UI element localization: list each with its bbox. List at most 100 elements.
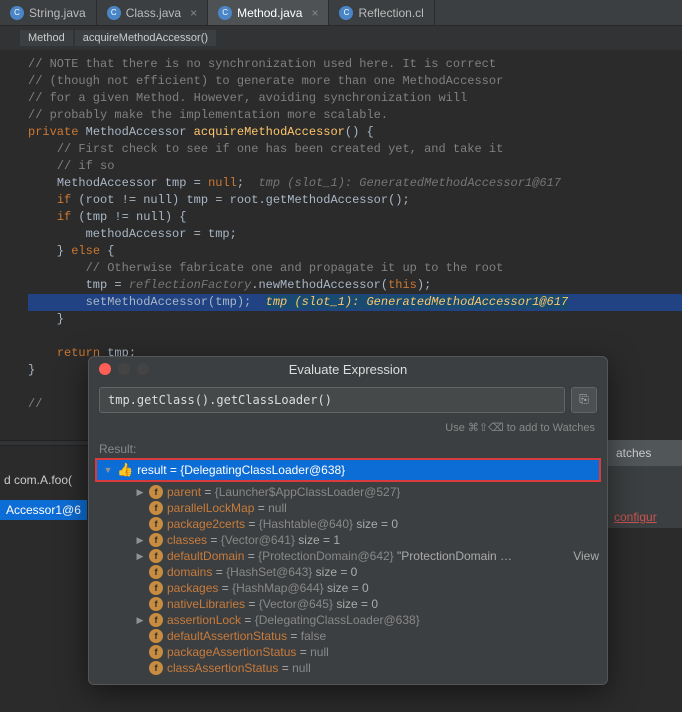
tab-method[interactable]: C Method.java ×	[208, 0, 329, 25]
java-class-icon: C	[218, 6, 232, 20]
field-body: assertionLock = {DelegatingClassLoader@6…	[167, 613, 420, 627]
field-icon: f	[149, 549, 163, 563]
editor-tabs: C String.java C Class.java × C Method.ja…	[0, 0, 682, 26]
expression-input[interactable]	[99, 387, 565, 413]
evaluate-expression-dialog: Evaluate Expression ⎘ Use ⌘⇧⌫ to add to …	[88, 356, 608, 685]
tab-string[interactable]: C String.java	[0, 0, 97, 25]
inline-debug-hint: tmp (slot_1): GeneratedMethodAccessor1@6…	[266, 295, 568, 309]
tree-field-row[interactable]: f nativeLibraries = {Vector@645} size = 0	[89, 596, 607, 612]
field-body: classes = {Vector@641} size = 1	[167, 533, 340, 547]
code-keyword: else	[71, 244, 100, 258]
configure-link[interactable]: configur	[614, 510, 657, 524]
tree-field-row[interactable]: f package2certs = {Hashtable@640} size = …	[89, 516, 607, 532]
view-link[interactable]: View	[573, 549, 599, 563]
field-body: defaultDomain = {ProtectionDomain@642} "…	[167, 549, 512, 563]
code-comment: // First check to see if one has been cr…	[57, 142, 503, 156]
watches-tab[interactable]: atches	[608, 440, 682, 466]
dialog-title: Evaluate Expression	[89, 362, 607, 377]
code-keyword: if	[57, 210, 71, 224]
field-body: packageAssertionStatus = null	[167, 645, 329, 659]
tree-field-row[interactable]: f defaultAssertionStatus = false	[89, 628, 607, 644]
field-icon: f	[149, 565, 163, 579]
code-text: );	[417, 278, 431, 292]
tree-field-row[interactable]: f classAssertionStatus = null	[89, 660, 607, 676]
code-method: acquireMethodAccessor	[194, 125, 345, 139]
tree-field-row[interactable]: f packageAssertionStatus = null	[89, 644, 607, 660]
expand-arrow-icon[interactable]: ▶	[135, 535, 145, 546]
tree-field-row[interactable]: f packages = {HashMap@644} size = 0	[89, 580, 607, 596]
dialog-titlebar[interactable]: Evaluate Expression	[89, 357, 607, 381]
watches-panel-fragment: atches configur	[608, 440, 682, 528]
code-comment: // for a given Method. However, avoiding…	[28, 91, 467, 105]
result-name: result	[137, 463, 166, 477]
expand-expression-button[interactable]: ⎘	[571, 387, 597, 413]
field-icon: f	[149, 581, 163, 595]
code-keyword: private	[28, 125, 78, 139]
field-body: packages = {HashMap@644} size = 0	[167, 581, 369, 595]
frames-panel-fragment: d com.A.foo( Accessor1@6	[0, 470, 87, 520]
field-icon: f	[149, 629, 163, 643]
expand-arrow-icon[interactable]: ▶	[135, 551, 145, 562]
result-label: Result:	[89, 440, 607, 458]
code-comment: //	[28, 397, 42, 411]
java-class-icon: C	[107, 6, 121, 20]
tree-field-row[interactable]: f domains = {HashSet@643} size = 0	[89, 564, 607, 580]
code-type: MethodAccessor	[57, 176, 158, 190]
breadcrumb-class[interactable]: Method	[20, 30, 73, 46]
stack-frame[interactable]: d com.A.foo(	[0, 470, 87, 490]
expand-arrow-icon[interactable]: ▶	[135, 615, 145, 626]
code-comment: // Otherwise fabricate one and propagate…	[86, 261, 504, 275]
field-icon: f	[149, 517, 163, 531]
code-text: (tmp != null) {	[78, 210, 186, 224]
tree-field-row[interactable]: ▶ f assertionLock = {DelegatingClassLoader…	[89, 612, 607, 628]
code-comment: // (though not efficient) to generate mo…	[28, 74, 503, 88]
tab-label: Class.java	[126, 6, 181, 20]
current-execution-line: setMethodAccessor(tmp); tmp (slot_1): Ge…	[28, 294, 682, 311]
expand-arrow-icon[interactable]: ▶	[135, 487, 145, 498]
tab-reflection[interactable]: C Reflection.cl	[329, 0, 434, 25]
code-comment: // probably make the implementation more…	[28, 108, 388, 122]
tab-class[interactable]: C Class.java ×	[97, 0, 208, 25]
field-body: package2certs = {Hashtable@640} size = 0	[167, 517, 398, 531]
field-body: parallelLockMap = null	[167, 501, 287, 515]
tree-field-row[interactable]: ▶ f classes = {Vector@641} size = 1	[89, 532, 607, 548]
field-body: defaultAssertionStatus = false	[167, 629, 326, 643]
field-body: nativeLibraries = {Vector@645} size = 0	[167, 597, 378, 611]
field-icon: f	[149, 645, 163, 659]
shortcut-hint: Use ⌘⇧⌫ to add to Watches	[89, 419, 607, 440]
java-class-icon: C	[339, 6, 353, 20]
code-text: tmp =	[86, 278, 129, 292]
field-icon: f	[149, 597, 163, 611]
breadcrumb-method[interactable]: acquireMethodAccessor()	[75, 30, 216, 46]
tree-field-row[interactable]: ▶ f defaultDomain = {ProtectionDomain@642}…	[89, 548, 607, 564]
result-highlight-annotation: ▼ 👍 result = {DelegatingClassLoader@638}	[95, 458, 601, 482]
code-text: setMethodAccessor(tmp);	[86, 295, 252, 309]
field-icon: f	[149, 501, 163, 515]
java-class-icon: C	[10, 6, 24, 20]
close-icon[interactable]: ×	[311, 6, 318, 20]
collapse-arrow-icon[interactable]: ▼	[103, 465, 113, 475]
tab-label: Reflection.cl	[358, 6, 423, 20]
code-text: methodAccessor = tmp;	[86, 227, 237, 241]
close-icon[interactable]: ×	[190, 6, 197, 20]
result-root-row[interactable]: ▼ 👍 result = {DelegatingClassLoader@638}	[97, 460, 599, 480]
field-body: domains = {HashSet@643} size = 0	[167, 565, 357, 579]
field-icon: f	[149, 485, 163, 499]
breadcrumb: Method acquireMethodAccessor()	[0, 26, 682, 50]
code-text: .newMethodAccessor(	[251, 278, 388, 292]
result-tree: ▶fparent = {Launcher$AppClassLoader@527}…	[89, 482, 607, 684]
thumbs-up-icon: 👍	[117, 462, 133, 478]
tree-field-row[interactable]: f parallelLockMap = null	[89, 500, 607, 516]
code-comment: // NOTE that there is no synchronization…	[28, 57, 496, 71]
field-icon: f	[149, 533, 163, 547]
tree-field-row[interactable]: ▶fparent = {Launcher$AppClassLoader@527}	[89, 484, 607, 500]
code-keyword: this	[388, 278, 417, 292]
code-field: reflectionFactory	[129, 278, 251, 292]
code-text: (root != null) tmp = root.getMethodAcces…	[78, 193, 409, 207]
result-value: {DelegatingClassLoader@638}	[180, 463, 345, 477]
tab-label: Method.java	[237, 6, 302, 20]
field-icon: f	[149, 661, 163, 675]
field-icon: f	[149, 613, 163, 627]
variable-value[interactable]: Accessor1@6	[0, 500, 87, 520]
field-body: classAssertionStatus = null	[167, 661, 311, 675]
